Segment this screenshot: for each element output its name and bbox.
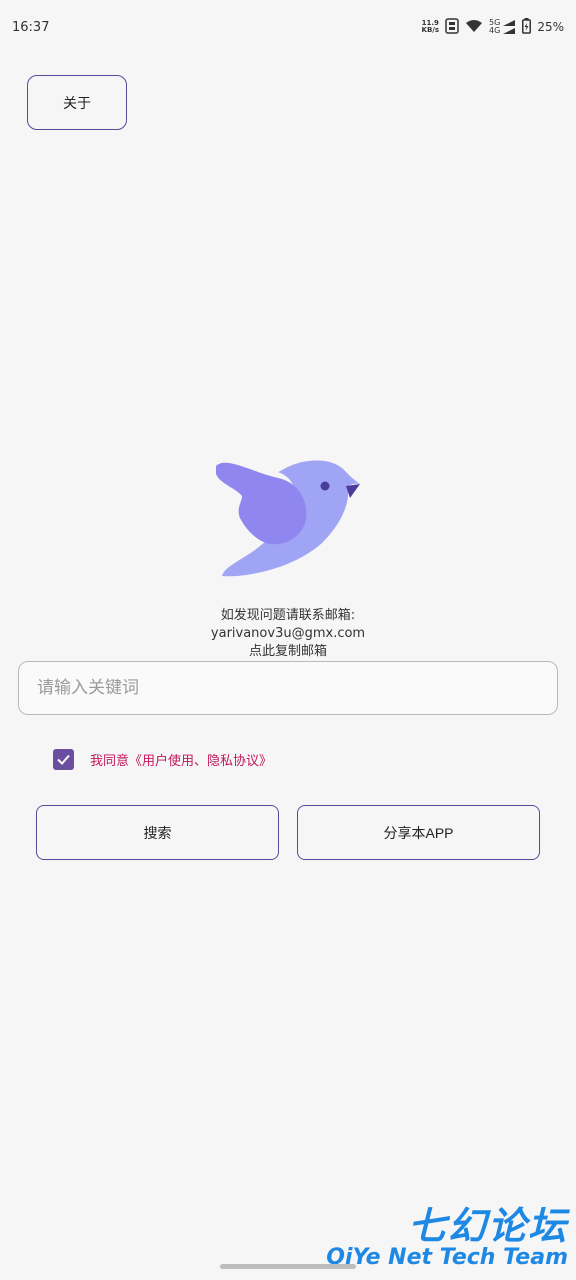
copy-email-link[interactable]: 点此复制邮箱 (0, 643, 576, 661)
share-app-button[interactable]: 分享本APP (297, 805, 540, 860)
watermark: 七幻论坛 QiYe Net Tech Team (326, 1206, 568, 1270)
contact-info: 如发现问题请联系邮箱: yarivanov3u@gmx.com 点此复制邮箱 (0, 607, 576, 661)
watermark-en: QiYe Net Tech Team (326, 1245, 568, 1270)
bird-logo (216, 460, 360, 577)
check-icon (57, 754, 70, 765)
contact-prompt: 如发现问题请联系邮箱: (220, 608, 356, 623)
agreement-link[interactable]: 我同意《用户使用、隐私协议》 (90, 750, 272, 769)
status-time: 16:37 (12, 19, 50, 35)
contact-email[interactable]: yarivanov3u@gmx.com (0, 625, 576, 643)
net-speed-unit: KB/s (421, 26, 440, 34)
battery-level: 25% (537, 20, 564, 34)
home-indicator[interactable] (220, 1264, 356, 1269)
about-button[interactable]: 关于 (27, 75, 127, 130)
signal-icon: 5G 4G (489, 19, 516, 35)
search-box[interactable] (18, 661, 558, 715)
signal-4g-label: 4G (489, 26, 501, 35)
watermark-cn: 七幻论坛 (407, 1203, 568, 1248)
status-icons: 11.9 KB/s 5G 4G 25% (422, 17, 564, 37)
battery-icon (522, 17, 532, 37)
wifi-icon (465, 19, 483, 36)
agreement-row[interactable]: 我同意《用户使用、隐私协议》 (53, 749, 272, 770)
status-bar: 16:37 11.9 KB/s 5G 4G 25% (0, 0, 576, 54)
agreement-checkbox[interactable] (53, 749, 74, 770)
net-speed: 11.9 KB/s (422, 20, 439, 34)
search-button[interactable]: 搜索 (36, 805, 279, 860)
hd-icon (445, 17, 459, 37)
search-input[interactable] (37, 678, 539, 698)
